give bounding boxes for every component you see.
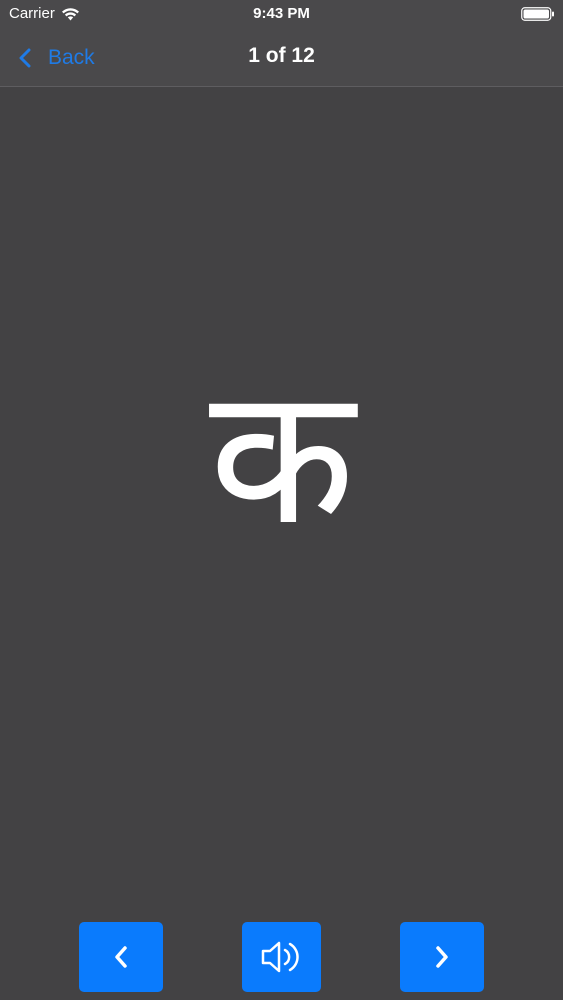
status-time: 9:43 PM bbox=[253, 5, 310, 22]
letter-text: क bbox=[209, 387, 358, 557]
battery-icon bbox=[521, 7, 555, 21]
letter-display: क bbox=[0, 87, 563, 917]
speaker-icon bbox=[261, 941, 299, 973]
letter-glyph: क bbox=[209, 387, 358, 557]
screen: Carrier 9:43 PM Back 1 of 12 क bbox=[0, 0, 563, 1000]
chevron-right-icon bbox=[436, 946, 448, 968]
play-sound-button[interactable] bbox=[242, 922, 321, 992]
page-title: 1 of 12 bbox=[248, 44, 315, 67]
previous-button[interactable] bbox=[79, 922, 163, 992]
next-button[interactable] bbox=[400, 922, 484, 992]
chevron-left-icon bbox=[115, 946, 127, 968]
navigation-bar: Back 1 of 12 bbox=[0, 30, 563, 87]
status-bar: Carrier 9:43 PM bbox=[0, 0, 563, 30]
